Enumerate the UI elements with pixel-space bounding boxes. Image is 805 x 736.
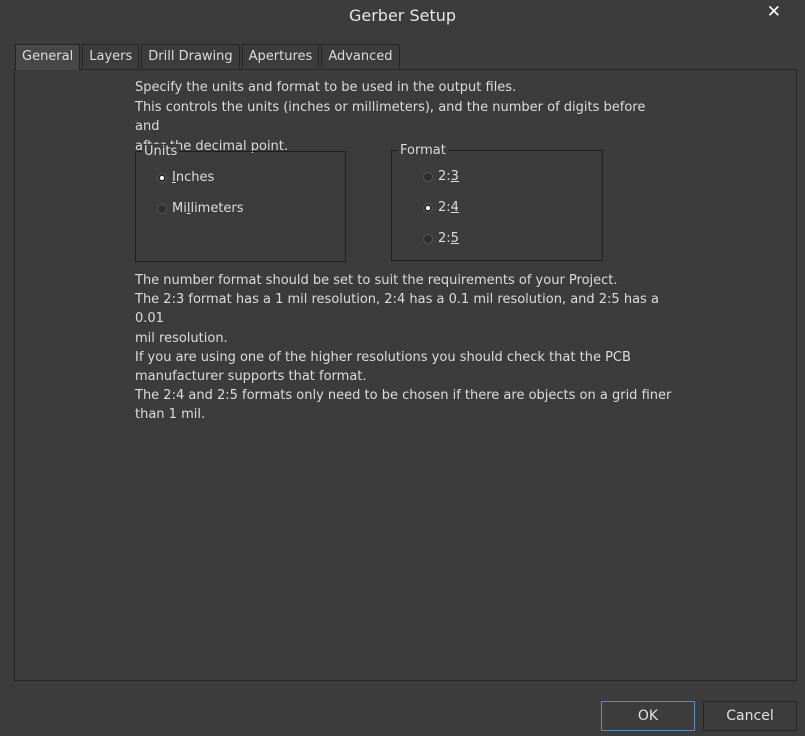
radio-button[interactable] (423, 202, 433, 213)
radio-format-2-5[interactable]: 2:5 (423, 231, 459, 246)
units-group: Units Inches Millimeters (135, 144, 346, 262)
info-line: The 2:3 format has a 1 mil resolution, 2… (135, 292, 659, 327)
window-title: Gerber Setup (348, 6, 457, 25)
radio-millimeters[interactable]: Millimeters (157, 201, 244, 216)
tab-drill-drawing[interactable]: Drill Drawing (141, 44, 240, 68)
radio-label-inches: Inches (172, 170, 215, 185)
radio-format-2-4[interactable]: 2:4 (423, 200, 459, 215)
info-line: The number format should be set to suit … (135, 273, 618, 288)
radio-button[interactable] (157, 203, 167, 214)
format-legend: Format (398, 143, 448, 159)
format-group: Format 2:3 2:4 2:5 (391, 143, 603, 261)
info-line: The 2:4 and 2:5 formats only need to be … (135, 388, 672, 404)
units-legend: Units (142, 144, 180, 160)
radio-inches[interactable]: Inches (157, 170, 214, 185)
radio-label-2-3: 2:3 (438, 169, 459, 184)
tab-general[interactable]: General (15, 44, 81, 70)
radio-button[interactable] (423, 233, 433, 244)
tab-advanced[interactable]: Advanced (321, 44, 400, 68)
intro-line: This controls the units (inches or milli… (135, 99, 646, 135)
tab-bar: General Layers Drill Drawing Apertures A… (15, 44, 402, 70)
ok-button[interactable]: OK (601, 701, 695, 731)
title-bar: Gerber Setup ✕ (0, 0, 805, 34)
radio-button[interactable] (423, 171, 433, 182)
tab-layers[interactable]: Layers (82, 44, 140, 68)
radio-label-millimeters: Millimeters (172, 201, 244, 216)
info-line: If you are using one of the higher resol… (135, 349, 631, 365)
tab-apertures[interactable]: Apertures (241, 44, 320, 68)
info-line: manufacturer supports that format. (135, 369, 367, 385)
format-info-text: The number format should be set to suit … (135, 271, 675, 425)
intro-line: Specify the units and format to be used … (135, 80, 517, 95)
info-line: mil resolution. (135, 330, 228, 346)
radio-label-2-4: 2:4 (438, 200, 459, 215)
cancel-button[interactable]: Cancel (703, 701, 797, 731)
close-icon[interactable]: ✕ (767, 2, 781, 22)
radio-button[interactable] (157, 172, 167, 183)
radio-format-2-3[interactable]: 2:3 (423, 169, 459, 184)
radio-label-2-5: 2:5 (438, 231, 459, 246)
info-line: than 1 mil. (135, 407, 206, 423)
